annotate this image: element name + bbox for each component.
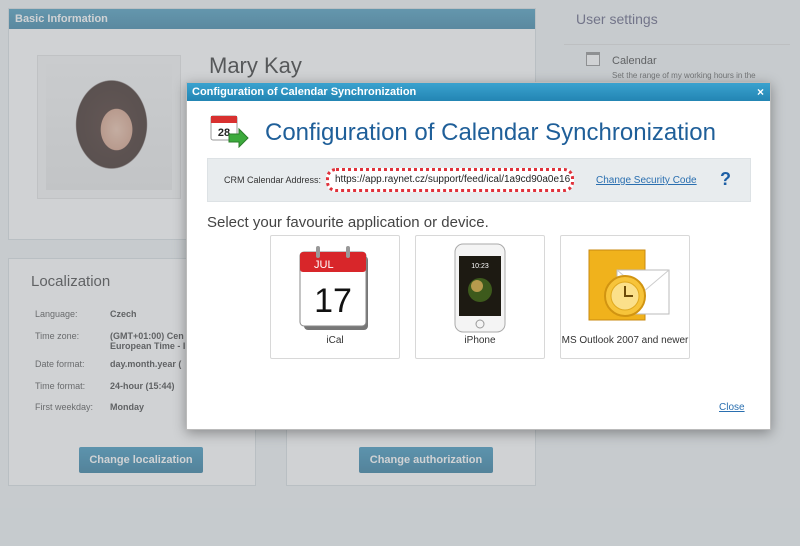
help-icon[interactable]: ? (720, 169, 731, 190)
ical-calendar-icon: JUL 17 (299, 246, 368, 330)
ical-label: iCal (326, 335, 344, 346)
calendar-sync-icon: 28 (210, 115, 249, 148)
dialog-title: Configuration of Calendar Synchronizatio… (265, 119, 716, 146)
iphone-icon: 10:23 (454, 243, 506, 333)
outlook-icon (588, 249, 670, 321)
calendar-sync-icon-day: 28 (218, 127, 230, 139)
calendar-address-field[interactable]: https://app.raynet.cz/support/feed/ical/… (326, 168, 574, 192)
outlook-option[interactable]: MS Outlook 2007 and newer (560, 235, 690, 359)
calendar-address-label: CRM Calendar Address: (224, 175, 322, 185)
iphone-clock: 10:23 (471, 263, 489, 270)
close-link[interactable]: Close (719, 402, 745, 413)
dialog-header-title: Configuration of Calendar Synchronizatio… (192, 86, 417, 98)
close-icon[interactable]: × (757, 83, 764, 101)
iphone-label: iPhone (464, 335, 496, 346)
calendar-address-bar: CRM Calendar Address: https://app.raynet… (207, 158, 751, 202)
calendar-sync-dialog: Configuration of Calendar Synchronizatio… (186, 82, 771, 430)
outlook-label: MS Outlook 2007 and newer (561, 335, 689, 346)
ical-option[interactable]: JUL 17 iCal (270, 235, 400, 359)
dialog-header: Configuration of Calendar Synchronizatio… (187, 83, 770, 101)
iphone-option[interactable]: 10:23 iPhone (415, 235, 545, 359)
ical-day-label: 17 (314, 282, 352, 320)
ical-month-label: JUL (314, 259, 334, 271)
change-security-code-link[interactable]: Change Security Code (596, 175, 697, 186)
select-application-prompt: Select your favourite application or dev… (207, 214, 489, 231)
